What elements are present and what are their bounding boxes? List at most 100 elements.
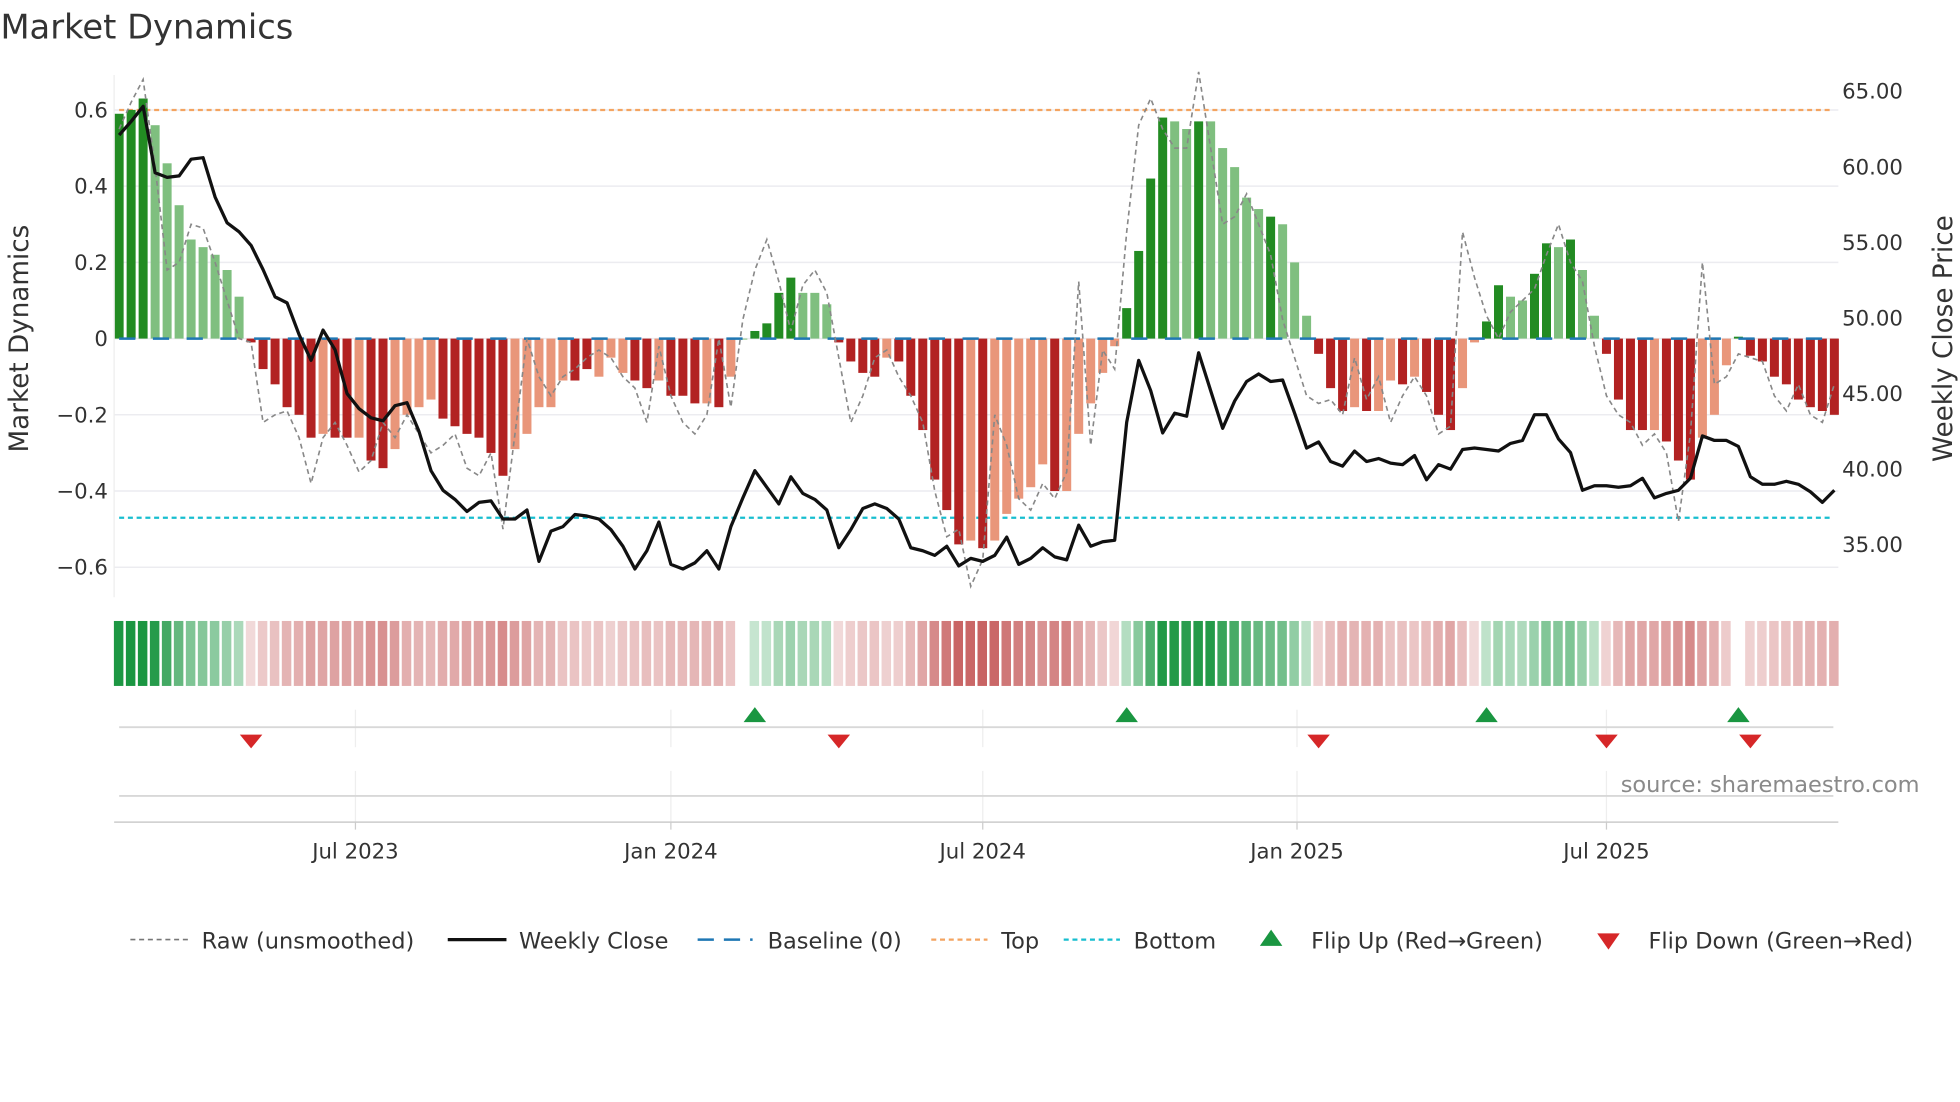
heatmap-cell [725,620,736,686]
heatmap-cell [1745,620,1755,686]
heatmap-cell [785,620,796,686]
momentum-bar [162,163,172,339]
heatmap-cell [1637,620,1647,686]
heatmap-cell [1613,620,1623,686]
heatmap-cell [1577,620,1587,686]
momentum-bar [1745,338,1755,356]
momentum-bar [1410,338,1420,377]
momentum-bar [762,323,772,339]
heatmap-cell [1241,620,1251,686]
momentum-bar [1062,338,1072,492]
momentum-bar [750,330,760,339]
heatmap-cell [857,620,868,686]
momentum-bar [234,296,244,339]
momentum-bar [1302,315,1312,339]
heatmap-cell [1421,620,1431,686]
momentum-bar [930,338,940,480]
momentum-bar [1805,338,1815,408]
momentum-bar [666,338,676,396]
momentum-bar [390,338,400,450]
flip-up-marker [1475,707,1498,723]
momentum-bar [990,338,1000,541]
heatmap-cell [1481,620,1491,686]
heatmap-cell [1409,620,1419,686]
heatmap-cell [1337,620,1347,686]
heatmap-cell [485,620,496,686]
heatmap-cell [917,620,928,686]
momentum-bar [978,338,988,549]
heatmap-cell [341,620,352,686]
momentum-bar [678,338,688,396]
line-series [117,71,1836,589]
momentum-bar [1158,117,1168,339]
momentum-bar [1242,197,1252,339]
momentum-bar [1817,338,1827,412]
momentum-bar [1266,216,1276,339]
y-tick-label: −0.6 [56,556,108,581]
momentum-bar [1182,129,1192,339]
heatmap-cell [317,620,328,686]
x-tick-label: Jul 2023 [310,839,398,864]
heatmap-cell [593,620,604,686]
source-annotation: source: sharemaestro.com [1621,772,1920,798]
momentum-bar [450,338,460,427]
heatmap-cell [1721,620,1731,686]
momentum-bar [114,113,124,339]
heatmap-cell [641,620,652,686]
heatmap-cell [425,620,436,686]
momentum-bar [1230,167,1240,339]
momentum-bar [1086,338,1096,404]
momentum-bar [294,338,304,415]
legend-flip-up-label: Flip Up (Red→Green) [1311,928,1543,954]
heatmap-cell [1301,620,1311,686]
heatmap-cell [761,620,772,686]
heatmap-cell [1097,620,1107,686]
heatmap-cell [1709,620,1719,686]
momentum-bar [1697,338,1707,438]
momentum-bar [954,338,964,545]
heatmap-cell [209,620,220,686]
heatmap-cell [1793,620,1803,686]
momentum-bar [222,270,232,339]
momentum-bar [594,338,604,377]
flip-down-marker [827,734,851,749]
legend-raw-label: Raw (unsmoothed) [202,928,415,954]
momentum-bar [1350,338,1360,408]
momentum-bar [498,338,508,476]
momentum-bar [1721,338,1731,366]
heatmap-cell [1061,620,1071,686]
heatmap-cell [173,620,184,686]
heatmap-cell [1169,620,1179,686]
momentum-bar [522,338,532,434]
flip-up-marker [1115,707,1138,723]
legend: Raw (unsmoothed) Weekly Close Baseline (… [130,928,1913,954]
heatmap-cell [365,620,376,686]
momentum-bar [906,338,916,396]
heatmap-cell [1553,620,1563,686]
flip-down-marker [1739,734,1762,749]
momentum-bar [510,338,520,450]
heatmap-strip [113,620,1839,686]
momentum-bar [486,338,496,453]
heatmap-cell [629,620,640,686]
y-tick-label: 0.6 [74,98,108,123]
chart-title: Market Dynamics [0,8,293,47]
momentum-bar [1254,209,1264,339]
heatmap-cell [809,620,820,686]
momentum-bar [1050,338,1060,492]
momentum-bar [582,338,592,370]
heatmap-cell [1121,620,1131,686]
momentum-bar [1434,338,1444,415]
momentum-bar [426,338,436,400]
heatmap-cell [533,620,544,686]
momentum-bar [642,338,652,389]
momentum-bar [282,338,292,408]
heatmap-cell [1685,620,1695,686]
heatmap-cell [1133,620,1143,686]
momentum-bar [258,338,268,370]
heatmap-cell [257,620,268,686]
heatmap-cell [269,620,280,686]
y2-tick-label: 60.00 [1842,155,1903,180]
momentum-bar [654,338,664,381]
heatmap-cell [545,620,556,686]
